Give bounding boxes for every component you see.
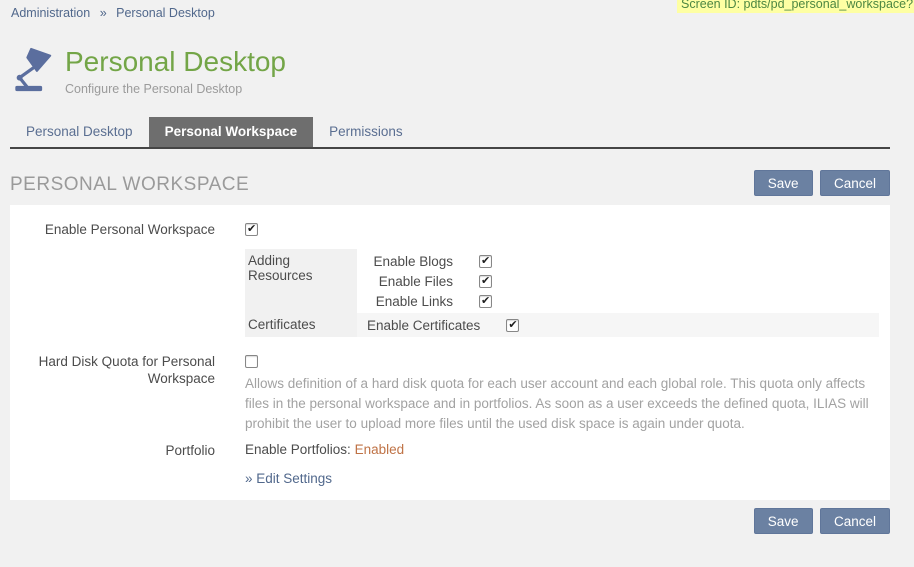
- adding-resources-label: Adding Resources: [245, 249, 357, 313]
- enable-blogs-row: Enable Blogs: [367, 251, 492, 271]
- portfolio-status: Enable Portfolios: Enabled: [245, 442, 404, 457]
- enable-files-checkbox[interactable]: [479, 275, 492, 288]
- tab-personal-desktop[interactable]: Personal Desktop: [10, 117, 149, 147]
- portfolio-content: Enable Portfolios: Enabled » Edit Settin…: [245, 442, 404, 486]
- bottom-actions: Save Cancel: [10, 508, 890, 534]
- quota-label: Hard Disk Quota for Personal Workspace: [10, 353, 215, 434]
- breadcrumb-personal-desktop[interactable]: Personal Desktop: [116, 6, 215, 20]
- tab-personal-workspace[interactable]: Personal Workspace: [149, 117, 314, 147]
- enable-files-label: Enable Files: [367, 274, 453, 289]
- tab-bar: Personal Desktop Personal Workspace Perm…: [10, 117, 890, 149]
- enable-workspace-row: Enable Personal Workspace: [10, 221, 890, 238]
- portfolio-row: Portfolio Enable Portfolios: Enabled » E…: [10, 442, 890, 486]
- quota-row: Hard Disk Quota for Personal Workspace A…: [10, 353, 890, 434]
- edit-settings-link[interactable]: » Edit Settings: [245, 471, 332, 486]
- screen-id-text: Screen ID: pdts/pd_personal_workspace?: [681, 0, 913, 11]
- save-button-top[interactable]: Save: [754, 170, 813, 196]
- breadcrumb-administration[interactable]: Administration: [11, 6, 90, 20]
- top-actions: Save Cancel: [754, 170, 890, 196]
- cancel-button-top[interactable]: Cancel: [820, 170, 890, 196]
- tab-permissions[interactable]: Permissions: [313, 117, 419, 147]
- enable-files-row: Enable Files: [367, 271, 492, 291]
- page-header: Personal Desktop Configure the Personal …: [11, 45, 914, 96]
- portfolio-status-value: Enabled: [355, 442, 405, 457]
- enable-blogs-checkbox[interactable]: [479, 255, 492, 268]
- certificates-items: Enable Certificates: [367, 313, 519, 337]
- quota-help-text: Allows definition of a hard disk quota f…: [245, 374, 885, 434]
- enable-workspace-content: [245, 221, 258, 238]
- enable-workspace-label: Enable Personal Workspace: [10, 221, 215, 238]
- enable-certificates-row: Enable Certificates: [367, 315, 519, 335]
- enable-workspace-checkbox[interactable]: [245, 223, 258, 236]
- enable-blogs-label: Enable Blogs: [367, 254, 453, 269]
- adding-resources-items: Enable Blogs Enable Files Enable Links: [367, 249, 492, 313]
- portfolio-label: Portfolio: [10, 442, 215, 486]
- save-button-bottom[interactable]: Save: [754, 508, 813, 534]
- screen-id-badge: Screen ID: pdts/pd_personal_workspace?: [677, 0, 914, 13]
- certificates-group: Certificates Enable Certificates: [245, 313, 879, 337]
- enable-certificates-checkbox[interactable]: [506, 319, 519, 332]
- settings-form: Enable Personal Workspace Adding Resourc…: [10, 205, 890, 500]
- portfolio-status-label: Enable Portfolios:: [245, 442, 351, 457]
- adding-resources-group: Adding Resources Enable Blogs Enable Fil…: [245, 249, 879, 313]
- desk-lamp-icon: [11, 47, 57, 93]
- quota-checkbox[interactable]: [245, 355, 258, 368]
- enable-certificates-label: Enable Certificates: [367, 318, 480, 333]
- page-header-text: Personal Desktop Configure the Personal …: [65, 45, 286, 96]
- quota-content: Allows definition of a hard disk quota f…: [245, 353, 885, 434]
- page-subtitle: Configure the Personal Desktop: [65, 82, 286, 96]
- section-title: PERSONAL WORKSPACE: [10, 174, 249, 196]
- section-header-row: PERSONAL WORKSPACE Save Cancel: [10, 170, 890, 196]
- enable-links-label: Enable Links: [367, 294, 453, 309]
- page-title: Personal Desktop: [65, 45, 286, 79]
- certificates-label: Certificates: [245, 313, 357, 337]
- enable-links-row: Enable Links: [367, 291, 492, 311]
- workspace-sub-settings: Adding Resources Enable Blogs Enable Fil…: [245, 249, 879, 337]
- page: Screen ID: pdts/pd_personal_workspace? A…: [0, 0, 914, 567]
- cancel-button-bottom[interactable]: Cancel: [820, 508, 890, 534]
- breadcrumb-separator: »: [100, 6, 107, 20]
- enable-links-checkbox[interactable]: [479, 295, 492, 308]
